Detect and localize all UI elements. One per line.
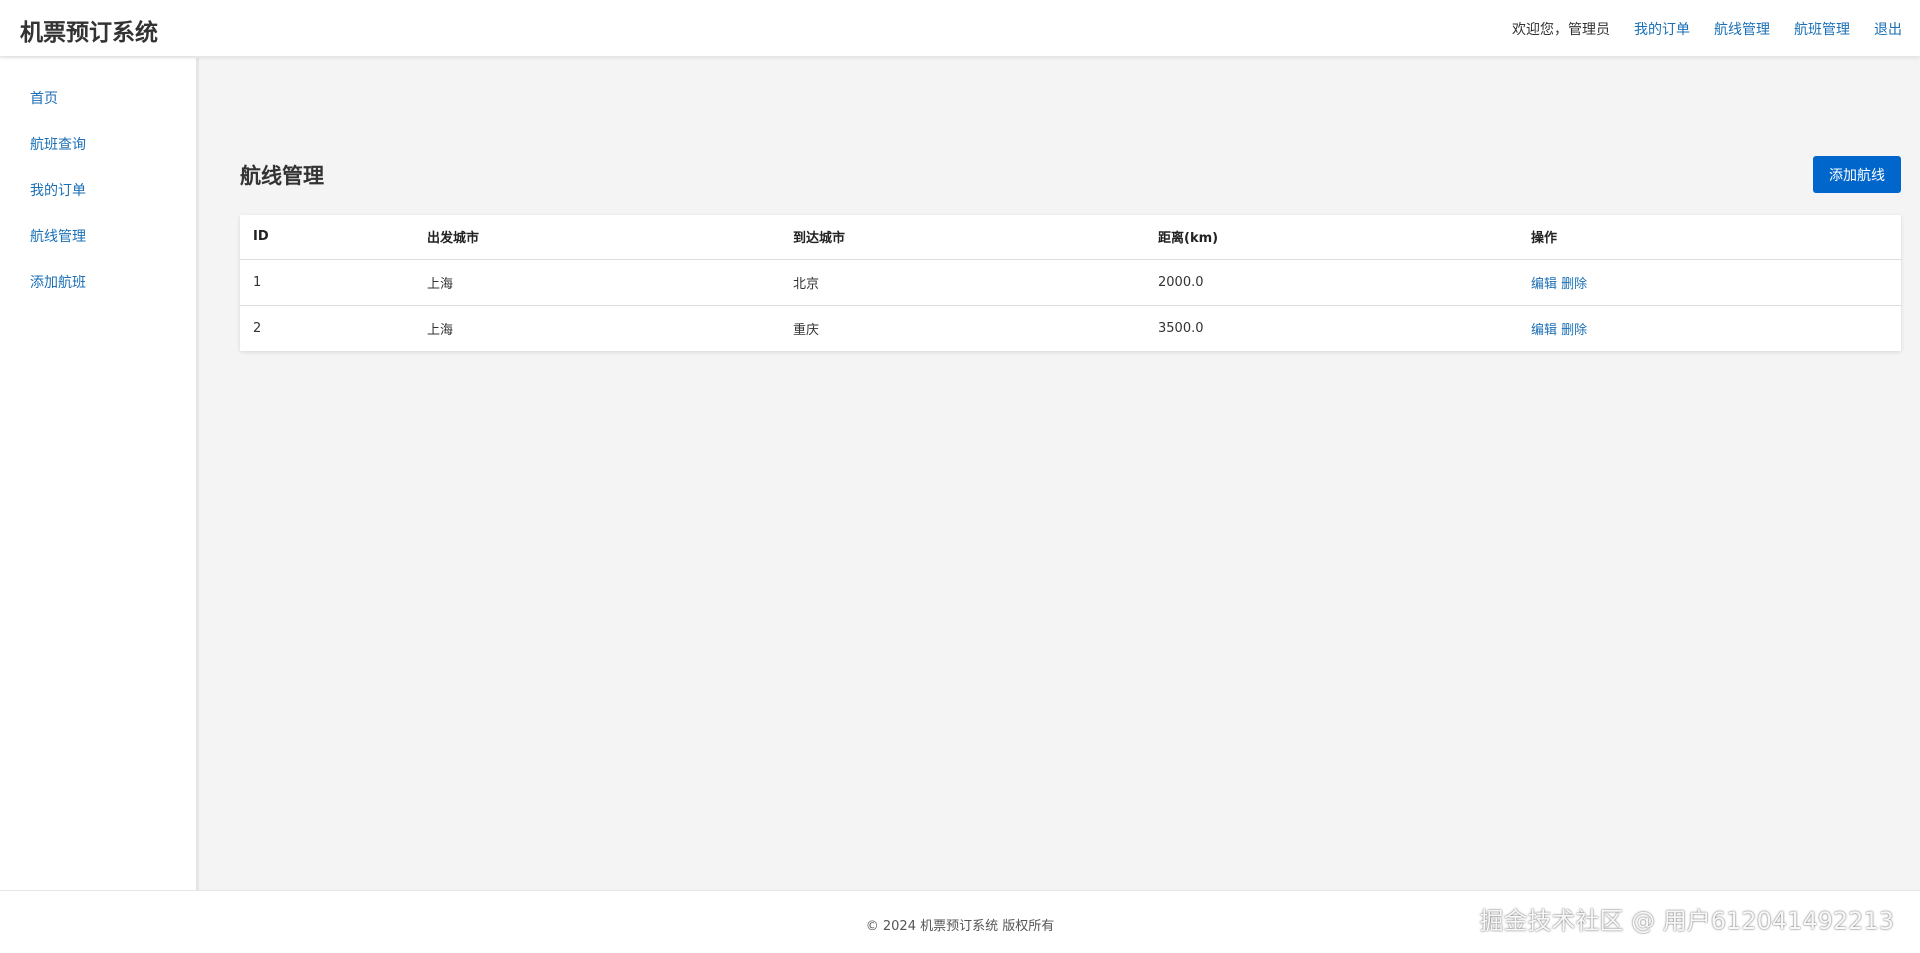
cell-distance: 3500.0 <box>1158 320 1204 336</box>
app-logo: 机票预订系统 <box>20 20 158 46</box>
column-header-arrival: 到达城市 <box>780 215 1145 260</box>
cell-id: 1 <box>240 259 414 306</box>
sidebar-item-flight-search[interactable]: 航班查询 <box>30 122 196 168</box>
page-footer: © 2024 机票预订系统 版权所有 掘金技术社区 @ 用户6120414922… <box>0 890 1920 953</box>
cell-departure-city: 上海 <box>427 322 454 338</box>
edit-link[interactable]: 编辑 <box>1531 277 1557 292</box>
cell-distance: 2000.0 <box>1145 259 1518 306</box>
cell-arrival-city: 重庆 <box>793 322 820 338</box>
add-route-button[interactable]: 添加航线 <box>1813 156 1901 193</box>
cell-actions: 编辑 删除 <box>1518 305 1901 351</box>
cell-arrival-city: 北京 <box>780 259 1145 306</box>
routes-table-container: ID 出发城市 到达城市 距离(km) 操作 1 上海 北京 2000.0 编辑… <box>240 215 1901 351</box>
column-header-actions: 操作 <box>1518 215 1901 260</box>
nav-route-management[interactable]: 航线管理 <box>1714 19 1770 39</box>
column-header-distance: 距离(km) <box>1145 215 1518 260</box>
table-header-row: ID 出发城市 到达城市 距离(km) 操作 <box>240 215 1901 260</box>
top-nav: 欢迎您，管理员 我的订单 航线管理 航班管理 退出 <box>1512 19 1902 39</box>
cell-departure-city: 上海 <box>414 259 780 306</box>
routes-table: ID 出发城市 到达城市 距离(km) 操作 1 上海 北京 2000.0 编辑… <box>240 215 1901 351</box>
sidebar: 首页 航班查询 我的订单 航线管理 添加航班 <box>0 58 199 890</box>
nav-flight-management[interactable]: 航班管理 <box>1794 19 1850 39</box>
delete-link[interactable]: 删除 <box>1561 277 1587 292</box>
sidebar-item-home[interactable]: 首页 <box>30 76 196 122</box>
nav-my-orders[interactable]: 我的订单 <box>1634 19 1690 39</box>
welcome-text: 欢迎您，管理员 <box>1512 22 1610 38</box>
edit-link[interactable]: 编辑 <box>1531 323 1557 338</box>
column-header-departure: 出发城市 <box>414 215 780 260</box>
sidebar-item-add-flight[interactable]: 添加航班 <box>30 260 196 306</box>
nav-logout[interactable]: 退出 <box>1874 19 1902 39</box>
page-title: 航线管理 <box>240 164 324 188</box>
table-row: 1 上海 北京 2000.0 编辑 删除 <box>240 259 1901 306</box>
sidebar-item-my-orders[interactable]: 我的订单 <box>30 168 196 214</box>
table-row: 2 上海 重庆 3500.0 编辑 删除 <box>240 305 1901 351</box>
delete-link[interactable]: 删除 <box>1561 323 1587 338</box>
watermark: 掘金技术社区 @ 用户612041492213 <box>1479 907 1895 935</box>
column-header-id: ID <box>240 215 414 260</box>
sidebar-item-route-management[interactable]: 航线管理 <box>30 214 196 260</box>
top-header: 机票预订系统 欢迎您，管理员 我的订单 航线管理 航班管理 退出 <box>0 0 1920 56</box>
cell-id: 2 <box>253 320 262 336</box>
cell-actions: 编辑 删除 <box>1518 259 1901 306</box>
